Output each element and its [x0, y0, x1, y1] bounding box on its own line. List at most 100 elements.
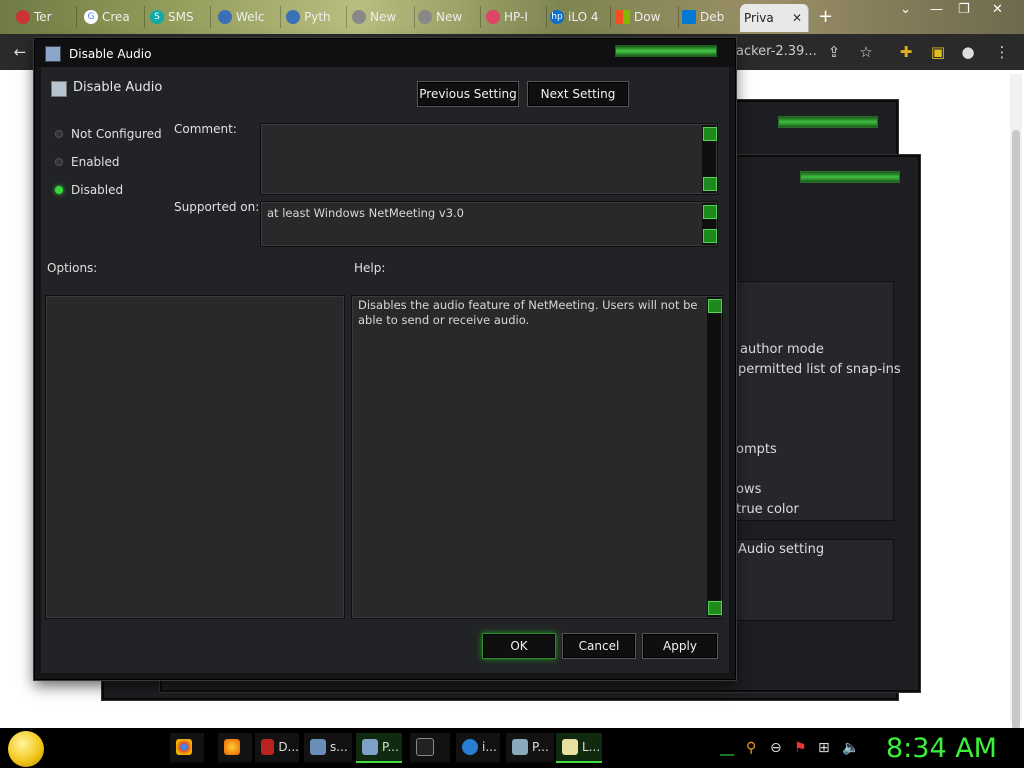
menu-kebab-icon[interactable]: ⋮	[992, 42, 1012, 62]
chevron-down-icon[interactable]: ⌄	[900, 2, 911, 17]
disable-audio-dialog: Disable Audio Disable Audio Previous Set…	[34, 38, 736, 680]
back-arrow-icon[interactable]: ←	[10, 42, 30, 62]
cancel-button[interactable]: Cancel	[562, 633, 636, 659]
scrollbar-thumb[interactable]	[1012, 130, 1020, 730]
sidebar-icon[interactable]: ▣	[928, 42, 948, 62]
notepad-icon	[562, 739, 578, 755]
browser-tab[interactable]: Dow	[612, 6, 679, 28]
start-smiley-icon[interactable]	[8, 731, 44, 767]
setting-item[interactable]: true color	[736, 502, 799, 517]
help-pane: Disables the audio feature of NetMeeting…	[351, 295, 723, 619]
chrome-icon	[176, 739, 192, 755]
taskbar-clock[interactable]: 8:34 AM	[886, 733, 997, 764]
policy-icon	[45, 46, 61, 62]
google-icon: G	[84, 10, 98, 24]
network-status-icon[interactable]: ⊖	[770, 740, 782, 756]
scroll-up-icon[interactable]	[703, 205, 717, 219]
console-icon	[310, 739, 326, 755]
browser-tab[interactable]: Welc	[214, 6, 281, 28]
dialog-titlebar[interactable]: Disable Audio	[35, 39, 735, 67]
ok-button[interactable]: OK	[482, 633, 556, 659]
setting-item[interactable]: permitted list of snap-ins	[738, 362, 901, 377]
document-icon	[261, 739, 275, 755]
scroll-down-icon[interactable]	[703, 177, 717, 191]
setting-item[interactable]: ows	[736, 482, 761, 497]
volume-icon[interactable]: 🔈	[842, 740, 859, 756]
page-scrollbar[interactable]	[1010, 74, 1022, 730]
profile-avatar-icon[interactable]: ●	[958, 42, 978, 62]
window-controls	[800, 171, 900, 183]
radio-indicator	[55, 186, 63, 194]
browser-tab[interactable]: hp iLO 4	[546, 6, 611, 28]
network-icon[interactable]: ⊞	[818, 740, 830, 756]
taskbar-item[interactable]	[170, 733, 204, 763]
comment-scrollbar[interactable]	[702, 125, 717, 193]
address-bar-text[interactable]: acker-2.39...	[736, 44, 817, 59]
comment-field[interactable]	[260, 123, 718, 195]
radio-indicator	[55, 130, 63, 138]
taskbar-item[interactable]: s...	[304, 733, 352, 763]
vscode-icon	[682, 10, 696, 24]
taskbar-item[interactable]	[410, 733, 450, 763]
taskbar-item[interactable]	[218, 733, 252, 763]
taskbar-item[interactable]: D...	[255, 733, 299, 763]
search-icon[interactable]: ⚲	[746, 740, 756, 756]
window-controls	[778, 116, 878, 128]
browser-tab[interactable]: New	[348, 6, 415, 28]
options-pane	[45, 295, 345, 619]
dialog-client-area: Disable Audio Previous Setting Next Sett…	[41, 67, 729, 673]
browser-tab[interactable]: New	[414, 6, 481, 28]
browser-tab[interactable]: Pyth	[282, 6, 347, 28]
next-setting-button[interactable]: Next Setting	[527, 81, 629, 107]
window-controls[interactable]	[615, 45, 717, 57]
browser-tab-active[interactable]: Priva ✕	[740, 4, 809, 32]
browser-tab[interactable]: S SMS	[146, 6, 211, 28]
close-tab-icon[interactable]: ✕	[792, 11, 808, 25]
radio-not-configured[interactable]: Not Configured	[55, 127, 162, 141]
scroll-down-icon[interactable]	[708, 601, 722, 615]
radio-enabled[interactable]: Enabled	[55, 155, 120, 169]
share-icon[interactable]: ⇪	[824, 42, 844, 62]
comment-label: Comment:	[174, 122, 237, 136]
browser-tab[interactable]: Deb	[678, 6, 741, 28]
previous-setting-button[interactable]: Previous Setting	[417, 81, 519, 107]
taskbar-item-active[interactable]: L...	[556, 733, 602, 763]
python-icon	[218, 10, 232, 24]
sms-icon: S	[150, 10, 164, 24]
bookmark-star-icon[interactable]: ☆	[856, 42, 876, 62]
radio-indicator	[55, 158, 63, 166]
radio-disabled[interactable]: Disabled	[55, 183, 123, 197]
minimize-icon[interactable]: —	[930, 2, 943, 17]
setting-item[interactable]: author mode	[740, 342, 824, 357]
setting-header: Disable Audio	[73, 80, 163, 95]
description-text: Audio setting	[738, 542, 825, 557]
new-tab-icon[interactable]: +	[818, 6, 833, 27]
extensions-icon[interactable]: ✚	[896, 42, 916, 62]
browser-tab[interactable]: Ter	[12, 6, 77, 28]
help-scrollbar[interactable]	[707, 297, 722, 617]
browser-tab[interactable]: G Crea	[80, 6, 145, 28]
browser-tab[interactable]: HP-I	[482, 6, 547, 28]
remote-desktop-icon	[512, 739, 528, 755]
chrome-icon	[352, 10, 366, 24]
supported-scrollbar[interactable]	[702, 203, 717, 245]
scroll-down-icon[interactable]	[703, 229, 717, 243]
firefox-icon	[224, 739, 240, 755]
tray-divider-icon: __	[720, 740, 734, 756]
close-window-icon[interactable]: ✕	[992, 2, 1003, 17]
ie-icon	[462, 739, 478, 755]
dialog-title: Disable Audio	[69, 47, 152, 61]
setting-item[interactable]: ompts	[736, 442, 777, 457]
microsoft-icon	[616, 10, 630, 24]
help-label: Help:	[354, 261, 386, 275]
action-center-icon[interactable]: ⚑	[794, 740, 807, 756]
taskbar-item[interactable]: P...	[506, 733, 554, 763]
python-icon	[286, 10, 300, 24]
taskbar-item[interactable]: i...	[456, 733, 500, 763]
restore-icon[interactable]: ❐	[958, 2, 970, 17]
scroll-up-icon[interactable]	[708, 299, 722, 313]
taskbar-item-active[interactable]: P...	[356, 733, 402, 763]
apply-button[interactable]: Apply	[642, 633, 718, 659]
scroll-up-icon[interactable]	[703, 127, 717, 141]
tab-icon	[16, 10, 30, 24]
